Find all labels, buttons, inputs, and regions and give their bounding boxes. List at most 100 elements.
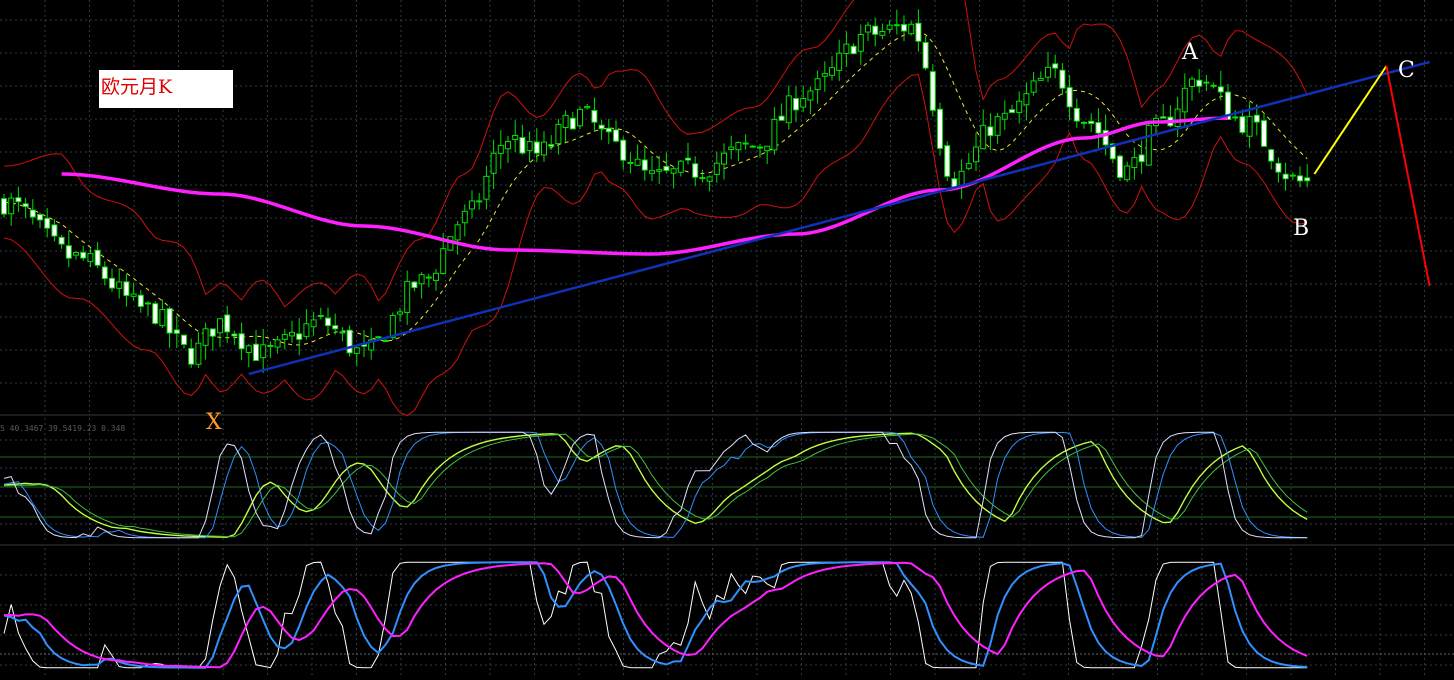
candle-body	[80, 251, 87, 259]
candle-body	[65, 245, 72, 259]
candle-body	[1217, 86, 1224, 93]
candle-body	[793, 97, 799, 111]
candle-body	[8, 197, 15, 215]
candle-body	[425, 276, 432, 279]
candle-body	[937, 108, 943, 149]
candle-body	[1160, 116, 1167, 119]
candle-body	[980, 124, 987, 150]
candle-body	[735, 141, 742, 151]
candle-body	[987, 126, 994, 137]
candle-body	[418, 274, 425, 285]
candle-body	[857, 34, 864, 52]
candle-body	[850, 45, 857, 55]
candle-body	[260, 344, 267, 359]
candle-body	[404, 280, 411, 314]
candle-body	[512, 134, 519, 141]
candle-body	[901, 24, 907, 32]
candle-body	[1016, 100, 1023, 113]
candle-body	[469, 200, 475, 210]
candle-body	[1066, 87, 1073, 108]
candle-body	[289, 331, 295, 337]
candle-body	[353, 347, 360, 354]
candle-body	[944, 145, 951, 177]
candle-body	[58, 236, 65, 245]
candle-body	[1304, 177, 1311, 182]
candle-body	[1045, 66, 1051, 78]
candle-body	[37, 213, 43, 221]
candle-body	[800, 97, 807, 108]
candle-body	[1189, 78, 1195, 88]
candle-body	[994, 116, 1001, 136]
candle-body	[893, 24, 900, 27]
candle-body	[757, 146, 763, 149]
candle-body	[1145, 124, 1152, 166]
candle-body	[238, 333, 245, 350]
wave-label-c: C	[1398, 58, 1415, 83]
stoch-signal-2	[4, 433, 1308, 538]
candle-body	[598, 124, 605, 130]
candle-body	[771, 118, 778, 151]
candle-body	[382, 340, 389, 343]
osc-magenta-line	[3, 561, 1308, 669]
candle-body	[821, 73, 828, 77]
wave-label-b: B	[1293, 216, 1310, 241]
candle-body	[166, 308, 173, 334]
candle-body	[526, 141, 533, 152]
candle-body	[1124, 165, 1131, 181]
candle-body	[706, 176, 713, 182]
candle-body	[533, 141, 540, 154]
candle-body	[569, 117, 576, 130]
candle-body	[1088, 120, 1095, 124]
candle-body	[73, 251, 79, 256]
candle-body	[15, 197, 22, 203]
candle-body	[152, 303, 159, 324]
candle-body	[181, 334, 187, 345]
candle-body	[591, 109, 598, 123]
candle-body	[577, 108, 583, 127]
candle-body	[836, 52, 843, 71]
wave-label-x: X	[206, 410, 222, 435]
candle-body	[613, 129, 619, 142]
candle-body	[562, 114, 569, 129]
candle-body	[145, 302, 151, 305]
candle-body	[605, 127, 612, 133]
candle-body	[1037, 77, 1044, 81]
candle-body	[627, 161, 634, 164]
candle-body	[490, 152, 497, 174]
candle-body	[1023, 93, 1030, 106]
candle-body	[879, 31, 886, 36]
candle-body	[1210, 84, 1217, 87]
osc-white-line	[3, 561, 1308, 669]
long-moving-average	[61, 116, 1229, 256]
candle-body	[51, 224, 58, 237]
candle-body	[411, 281, 418, 289]
candle-body	[217, 318, 223, 334]
candle-body	[548, 144, 555, 147]
candle-body	[109, 277, 115, 289]
candle-body	[634, 158, 641, 166]
candle-body	[1196, 79, 1203, 87]
candle-body	[1232, 116, 1239, 119]
candle-body	[123, 281, 130, 297]
wave-label-a: A	[1182, 40, 1198, 65]
candle-body	[483, 175, 490, 200]
candle-body	[1, 198, 7, 215]
candle-body	[130, 293, 137, 297]
osc-blue-line	[3, 561, 1308, 669]
candle-body	[22, 203, 29, 207]
candle-body	[742, 142, 749, 145]
candle-body	[641, 159, 648, 171]
candle-body	[699, 177, 706, 180]
candle-body	[728, 146, 735, 150]
candle-body	[476, 200, 483, 203]
candle-body	[1174, 108, 1181, 128]
candle-body	[713, 162, 720, 175]
candle-body	[173, 329, 180, 334]
candle-body	[231, 333, 238, 337]
candle-body	[1289, 174, 1296, 177]
candle-body	[886, 24, 893, 30]
candle-body	[202, 328, 209, 346]
candle-body	[973, 146, 979, 163]
candle-body	[541, 141, 547, 156]
candle-body	[929, 71, 936, 111]
